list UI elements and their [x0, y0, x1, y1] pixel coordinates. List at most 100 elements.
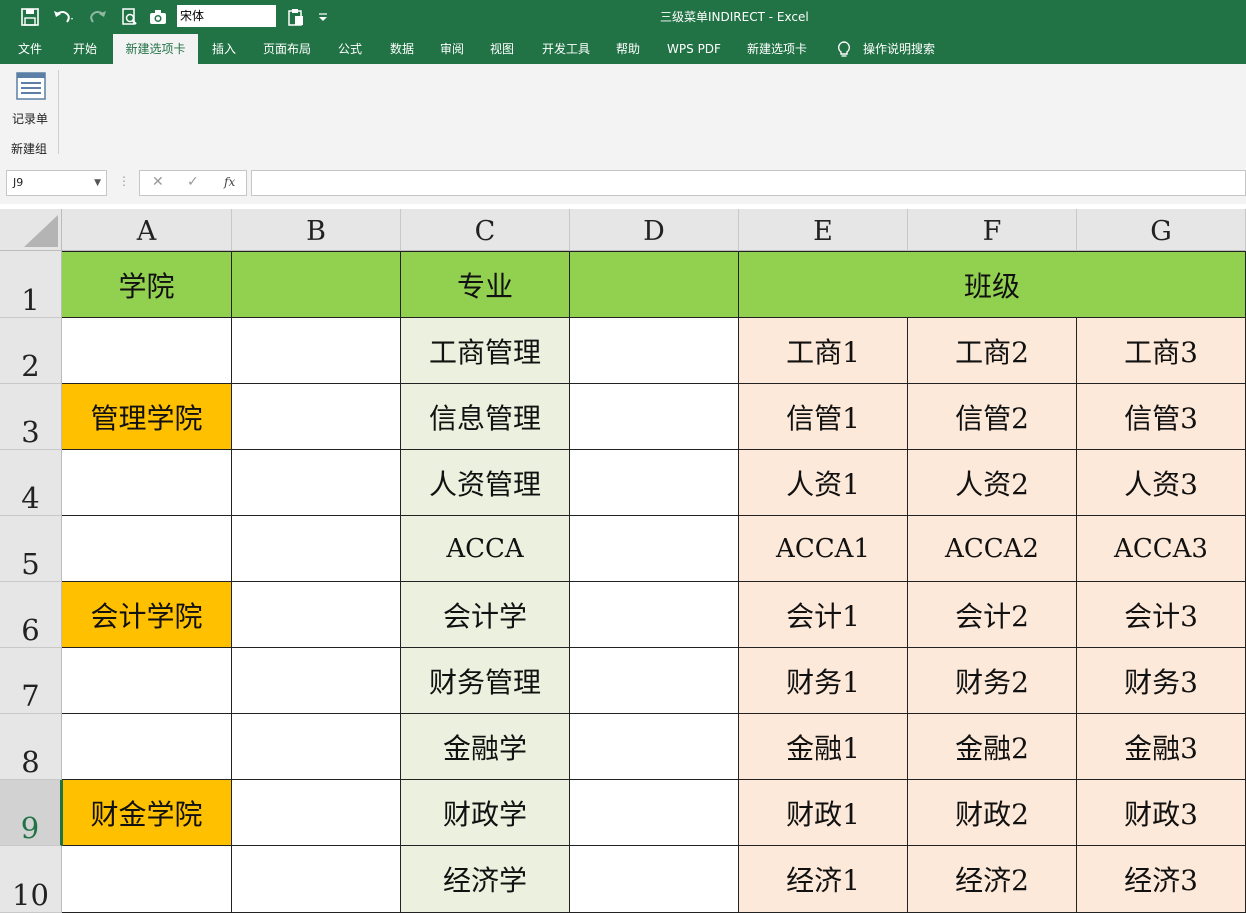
cell-e10-class[interactable]: 经济1: [739, 846, 908, 913]
cell-b1[interactable]: [232, 251, 401, 318]
tab-home[interactable]: 开始: [62, 34, 108, 64]
cell-c1-header[interactable]: 专业: [401, 251, 570, 318]
record-form-button[interactable]: 记录单: [6, 70, 54, 128]
cell-f6-class[interactable]: 会计2: [908, 582, 1077, 648]
cell-g10-class[interactable]: 经济3: [1077, 846, 1246, 913]
cell-a8[interactable]: [62, 714, 232, 780]
tab-insert[interactable]: 插入: [202, 34, 246, 64]
tab-file[interactable]: 文件: [8, 34, 52, 64]
cancel-icon[interactable]: ✕: [152, 174, 164, 190]
chevron-down-icon[interactable]: ▼: [94, 171, 101, 195]
cell-a7[interactable]: [62, 648, 232, 714]
column-header-d[interactable]: D: [570, 209, 739, 251]
cell-c9-major[interactable]: 财政学: [401, 780, 570, 846]
cell-g7-class[interactable]: 财务3: [1077, 648, 1246, 714]
cell-c8-major[interactable]: 金融学: [401, 714, 570, 780]
column-header-e[interactable]: E: [739, 209, 908, 251]
column-header-c[interactable]: C: [401, 209, 570, 251]
tab-data[interactable]: 数据: [380, 34, 424, 64]
cell-e2-class[interactable]: 工商1: [739, 318, 908, 384]
cell-a6-college[interactable]: 会计学院: [62, 582, 232, 648]
cell-d5[interactable]: [570, 516, 739, 582]
tell-me-search[interactable]: 操作说明搜索: [858, 34, 940, 64]
cell-c5-major[interactable]: ACCA: [401, 516, 570, 582]
enter-icon[interactable]: ✓: [187, 174, 199, 190]
cell-a10[interactable]: [62, 846, 232, 913]
cell-c2-major[interactable]: 工商管理: [401, 318, 570, 384]
row-header-6[interactable]: 6: [0, 582, 62, 648]
lightbulb-icon[interactable]: [832, 34, 856, 64]
cell-a9-college[interactable]: 财金学院: [62, 780, 232, 846]
row-header-1[interactable]: 1: [0, 251, 62, 318]
row-header-4[interactable]: 4: [0, 450, 62, 516]
cell-d10[interactable]: [570, 846, 739, 913]
formula-input[interactable]: [251, 170, 1246, 196]
cell-d3[interactable]: [570, 384, 739, 450]
cell-e4-class[interactable]: 人资1: [739, 450, 908, 516]
row-header-9-selected[interactable]: 9: [0, 780, 62, 846]
cell-c4-major[interactable]: 人资管理: [401, 450, 570, 516]
cell-c6-major[interactable]: 会计学: [401, 582, 570, 648]
tab-new-tab-2[interactable]: 新建选项卡: [738, 34, 816, 64]
tab-review[interactable]: 审阅: [430, 34, 474, 64]
cell-b10[interactable]: [232, 846, 401, 913]
cell-g4-class[interactable]: 人资3: [1077, 450, 1246, 516]
cell-e7-class[interactable]: 财务1: [739, 648, 908, 714]
cell-g8-class[interactable]: 金融3: [1077, 714, 1246, 780]
cell-d4[interactable]: [570, 450, 739, 516]
insert-function-icon[interactable]: fx: [224, 175, 235, 189]
cell-efg1-merged-header[interactable]: 班级: [739, 251, 1246, 318]
cell-b4[interactable]: [232, 450, 401, 516]
row-header-8[interactable]: 8: [0, 714, 62, 780]
cell-b2[interactable]: [232, 318, 401, 384]
cell-b9[interactable]: [232, 780, 401, 846]
cell-e8-class[interactable]: 金融1: [739, 714, 908, 780]
cell-c10-major[interactable]: 经济学: [401, 846, 570, 913]
cell-e5-class[interactable]: ACCA1: [739, 516, 908, 582]
tab-wps-pdf[interactable]: WPS PDF: [658, 34, 730, 64]
cell-f8-class[interactable]: 金融2: [908, 714, 1077, 780]
cell-g3-class[interactable]: 信管3: [1077, 384, 1246, 450]
cell-f5-class[interactable]: ACCA2: [908, 516, 1077, 582]
cell-d6[interactable]: [570, 582, 739, 648]
cell-g2-class[interactable]: 工商3: [1077, 318, 1246, 384]
more-options-icon[interactable]: ⋮: [118, 174, 130, 188]
cell-a3-college[interactable]: 管理学院: [62, 384, 232, 450]
cell-e3-class[interactable]: 信管1: [739, 384, 908, 450]
row-header-7[interactable]: 7: [0, 648, 62, 714]
tab-page-layout[interactable]: 页面布局: [254, 34, 320, 64]
cell-b5[interactable]: [232, 516, 401, 582]
row-header-3[interactable]: 3: [0, 384, 62, 450]
tab-new-tab-active[interactable]: 新建选项卡: [113, 34, 198, 64]
cell-c7-major[interactable]: 财务管理: [401, 648, 570, 714]
tab-formulas[interactable]: 公式: [328, 34, 372, 64]
tab-help[interactable]: 帮助: [606, 34, 650, 64]
cell-f4-class[interactable]: 人资2: [908, 450, 1077, 516]
cell-d1[interactable]: [570, 251, 739, 318]
cell-e6-class[interactable]: 会计1: [739, 582, 908, 648]
column-header-b[interactable]: B: [232, 209, 401, 251]
column-header-f[interactable]: F: [908, 209, 1077, 251]
cell-f9-class[interactable]: 财政2: [908, 780, 1077, 846]
select-all-corner[interactable]: [0, 209, 62, 251]
cell-d2[interactable]: [570, 318, 739, 384]
cell-f10-class[interactable]: 经济2: [908, 846, 1077, 913]
cell-d8[interactable]: [570, 714, 739, 780]
cell-a4[interactable]: [62, 450, 232, 516]
cell-g5-class[interactable]: ACCA3: [1077, 516, 1246, 582]
cell-f7-class[interactable]: 财务2: [908, 648, 1077, 714]
cell-e9-class[interactable]: 财政1: [739, 780, 908, 846]
name-box[interactable]: J9 ▼: [6, 170, 107, 196]
row-header-2[interactable]: 2: [0, 318, 62, 384]
cell-d7[interactable]: [570, 648, 739, 714]
row-header-10[interactable]: 10: [0, 846, 62, 913]
cell-b3[interactable]: [232, 384, 401, 450]
column-header-a[interactable]: A: [62, 209, 232, 251]
cell-g6-class[interactable]: 会计3: [1077, 582, 1246, 648]
cell-f2-class[interactable]: 工商2: [908, 318, 1077, 384]
cell-a5[interactable]: [62, 516, 232, 582]
tab-view[interactable]: 视图: [480, 34, 524, 64]
row-header-5[interactable]: 5: [0, 516, 62, 582]
cell-d9[interactable]: [570, 780, 739, 846]
tab-developer[interactable]: 开发工具: [532, 34, 600, 64]
